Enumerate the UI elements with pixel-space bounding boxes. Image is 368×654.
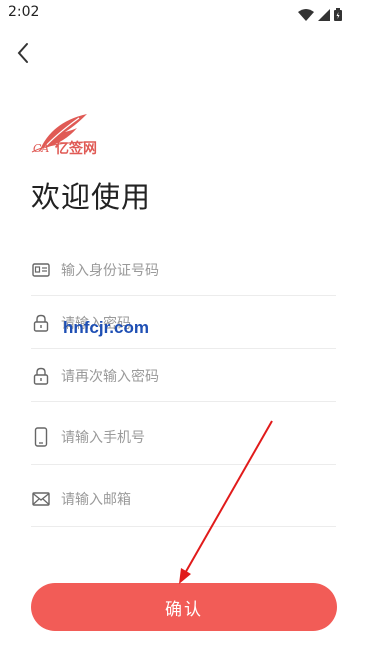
phone-icon xyxy=(32,427,50,447)
id-card-icon xyxy=(32,261,50,279)
id-number-placeholder: 输入身份证号码 xyxy=(61,262,159,279)
email-field[interactable]: 请输入邮箱 xyxy=(31,472,336,527)
confirm-password-placeholder: 请再次输入密码 xyxy=(61,368,159,385)
phone-placeholder: 请输入手机号 xyxy=(61,430,145,446)
status-time: 2:02 xyxy=(8,4,40,20)
id-number-field[interactable]: 输入身份证号码 xyxy=(31,244,336,296)
back-button[interactable] xyxy=(10,40,36,66)
screen: 2:02 CA 亿签网 欢迎使用 输入身份证号码 请输入密码 hnfcjr.co… xyxy=(0,0,368,654)
wifi-icon xyxy=(298,6,314,25)
battery-icon xyxy=(334,6,342,25)
mail-icon xyxy=(32,490,50,508)
confirm-button[interactable]: 确认 xyxy=(31,583,337,631)
lock-icon xyxy=(32,367,50,385)
confirm-password-field[interactable]: 请再次输入密码 xyxy=(31,350,336,402)
page-title: 欢迎使用 xyxy=(31,180,152,214)
watermark-text: hnfcjr.com xyxy=(63,318,149,337)
phone-field[interactable]: 请输入手机号 xyxy=(31,410,336,465)
chevron-left-icon xyxy=(17,43,28,63)
app-logo: CA 亿签网 xyxy=(31,112,111,160)
logo-brand-text: 亿签网 xyxy=(55,141,97,157)
status-bar: 2:02 xyxy=(0,0,368,26)
email-placeholder: 请输入邮箱 xyxy=(61,492,131,508)
lock-icon xyxy=(32,314,50,332)
status-icons xyxy=(298,6,342,25)
logo-ca-text: CA xyxy=(33,142,50,155)
signal-icon xyxy=(318,6,330,25)
